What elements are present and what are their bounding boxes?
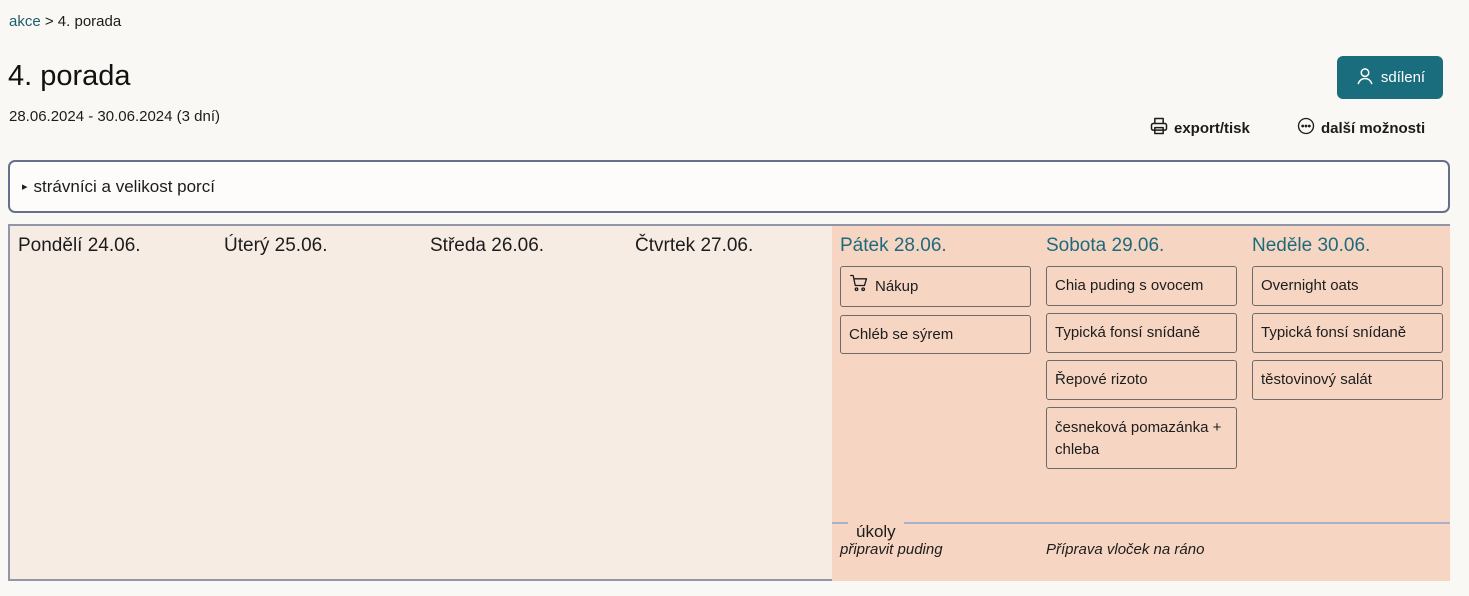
- meal-label: Typická fonsí snídaně: [1261, 324, 1407, 341]
- day-title: Pátek 28.06.: [840, 235, 947, 256]
- meal-label: Typická fonsí snídaně: [1055, 324, 1201, 341]
- share-button-label: sdílení: [1380, 69, 1426, 86]
- breadcrumb: akce > 4. porada: [9, 13, 121, 30]
- meal-label: Chléb se sýrem: [849, 325, 954, 343]
- meal-card[interactable]: Chia puding s ovocem: [1046, 266, 1237, 306]
- expand-triangle-icon: ▸: [22, 181, 28, 193]
- user-icon: [1355, 66, 1375, 90]
- meal-card[interactable]: těstovinový salát: [1252, 360, 1443, 400]
- meal-card[interactable]: Nákup: [840, 266, 1031, 307]
- share-button[interactable]: sdílení: [1337, 56, 1443, 99]
- more-circle-icon: [1296, 116, 1316, 140]
- tasks-divider: [832, 522, 1450, 524]
- breadcrumb-link-akce[interactable]: akce: [9, 13, 41, 30]
- day-column-tuesday: Úterý 25.06.: [216, 226, 421, 581]
- day-title: Středa 26.06.: [430, 235, 545, 256]
- day-title: Pondělí 24.06.: [18, 235, 141, 256]
- printer-icon: [1149, 116, 1169, 140]
- date-range: 28.06.2024 - 30.06.2024 (3 dní): [9, 108, 220, 125]
- meal-label: Overnight oats: [1261, 277, 1359, 294]
- diners-portion-details[interactable]: ▸ strávníci a velikost porcí: [8, 160, 1450, 213]
- day-column-wednesday: Středa 26.06.: [422, 226, 627, 581]
- day-column-sunday: Neděle 30.06. Overnight oats Typická fon…: [1244, 226, 1449, 581]
- meal-label: Chia puding s ovocem: [1055, 277, 1204, 294]
- day-column-monday: Pondělí 24.06.: [10, 226, 215, 581]
- breadcrumb-separator: >: [44, 13, 54, 30]
- export-print-label: export/tisk: [1174, 119, 1250, 137]
- meal-card[interactable]: Chléb se sýrem: [840, 315, 1031, 354]
- day-title: Neděle 30.06.: [1252, 235, 1371, 256]
- day-title: Čtvrtek 27.06.: [635, 235, 754, 256]
- meal-label: Řepové rizoto: [1055, 371, 1148, 388]
- day-column-saturday: Sobota 29.06. Chia puding s ovocem Typic…: [1038, 226, 1243, 581]
- task-item[interactable]: Příprava vloček na ráno: [1046, 541, 1204, 558]
- cart-icon: [849, 273, 869, 300]
- task-item[interactable]: připravit puding: [840, 541, 943, 558]
- meal-card[interactable]: česneková pomazánka + chleba: [1046, 407, 1237, 469]
- meal-card[interactable]: Overnight oats: [1252, 266, 1443, 306]
- meal-label: česneková pomazánka + chleba: [1055, 419, 1222, 458]
- meal-card[interactable]: Řepové rizoto: [1046, 360, 1237, 400]
- day-column-thursday: Čtvrtek 27.06.: [627, 226, 832, 581]
- week-calendar: Pondělí 24.06. Úterý 25.06. Středa 26.06…: [8, 224, 1450, 581]
- breadcrumb-current: 4. porada: [57, 13, 122, 30]
- page-title: 4. porada: [8, 60, 131, 92]
- meal-label: Nákup: [875, 277, 919, 295]
- diners-portion-label: strávníci a velikost porcí: [33, 176, 215, 196]
- day-title: Sobota 29.06.: [1046, 235, 1165, 256]
- meal-label: těstovinový salát: [1261, 371, 1372, 388]
- day-title: Úterý 25.06.: [224, 235, 328, 256]
- meal-card[interactable]: Typická fonsí snídaně: [1046, 313, 1237, 353]
- meal-card[interactable]: Typická fonsí snídaně: [1252, 313, 1443, 353]
- more-options-link[interactable]: další možnosti: [1296, 116, 1425, 140]
- export-print-link[interactable]: export/tisk: [1149, 116, 1250, 140]
- more-options-label: další možnosti: [1321, 119, 1426, 137]
- tasks-label: úkoly: [848, 522, 904, 542]
